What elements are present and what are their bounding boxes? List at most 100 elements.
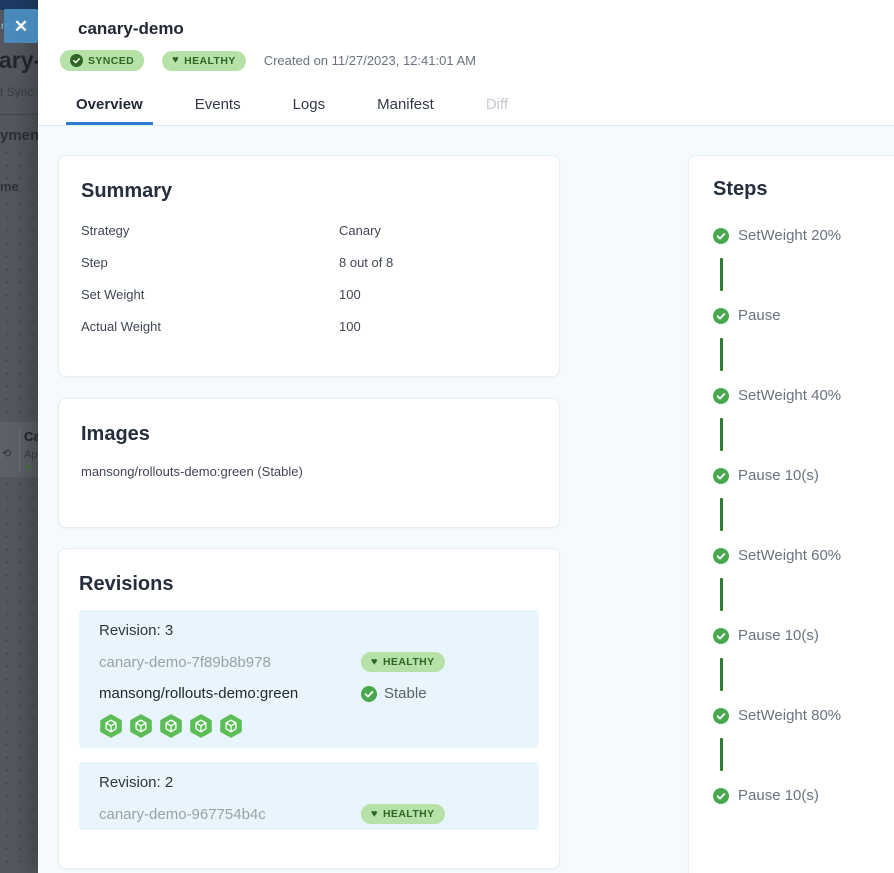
step-connector (720, 418, 723, 451)
check-circle-icon (713, 548, 729, 564)
step-label: Pause 10(s) (738, 787, 819, 804)
health-status-label: HEALTHY (184, 55, 236, 67)
row-label: Set Weight (81, 287, 339, 302)
revision-image: mansong/rollouts-demo:green (99, 685, 361, 702)
row-value: Canary (339, 223, 381, 238)
step-item: Pause (713, 307, 894, 387)
check-circle-icon (713, 308, 729, 324)
check-circle-icon (713, 468, 729, 484)
pod-icon (219, 714, 243, 738)
step-item: SetWeight 40% (713, 387, 894, 467)
backdrop-card-divider (19, 428, 20, 472)
close-icon: ✕ (14, 18, 28, 35)
tab-events[interactable]: Events (185, 88, 251, 125)
step-label: Pause (738, 307, 781, 324)
backdrop-dot-grid (0, 478, 38, 873)
summary-card: Summary Strategy Canary Step 8 out of 8 … (58, 155, 560, 377)
replicaset-name: canary-demo-7f89b8b978 (99, 654, 361, 671)
sync-status-label: SYNCED (88, 55, 134, 67)
backdrop-section-fragment: yment (0, 127, 38, 144)
pod-icon (129, 714, 153, 738)
pod-icon (159, 714, 183, 738)
check-circle-icon (70, 54, 83, 67)
summary-row-set-weight: Set Weight 100 (81, 287, 537, 302)
row-value: 100 (339, 287, 361, 302)
revision-health-label: HEALTHY (383, 656, 435, 668)
step-label: SetWeight 40% (738, 387, 841, 404)
revisions-title: Revisions (79, 573, 539, 596)
summary-row-step: Step 8 out of 8 (81, 255, 537, 270)
status-badge-row: SYNCED ♥ HEALTHY Created on 11/27/2023, … (60, 50, 476, 71)
tab-logs[interactable]: Logs (283, 88, 336, 125)
revision-name: Revision: 3 (99, 622, 519, 639)
step-connector (720, 658, 723, 691)
check-circle-icon (361, 686, 377, 702)
revision-health-badge: ♥ HEALTHY (361, 652, 445, 672)
panel-content: Summary Strategy Canary Step 8 out of 8 … (38, 126, 894, 873)
revision-item-3: Revision: 3 canary-demo-7f89b8b978 ♥ HEA… (79, 610, 539, 748)
backdrop-sync-fragment: t Sync (0, 85, 33, 99)
revision-health-label: HEALTHY (383, 808, 435, 820)
rollout-detail-panel: canary-demo SYNCED ♥ HEALTHY Created on … (38, 0, 894, 873)
check-circle-icon (713, 788, 729, 804)
step-item: Pause 10(s) (713, 787, 894, 867)
row-value: 100 (339, 319, 361, 334)
revision-image-row: mansong/rollouts-demo:green Stable (99, 685, 519, 702)
summary-row-actual-weight: Actual Weight 100 (81, 319, 537, 334)
step-item: SetWeight 20% (713, 227, 894, 307)
step-connector (720, 578, 723, 611)
images-title: Images (81, 423, 537, 446)
pod-list (99, 714, 519, 738)
backdrop-divider (0, 114, 38, 115)
backdrop-card-sub-fragment: Ap (24, 449, 37, 461)
revision-hash-row: canary-demo-7f89b8b978 ♥ HEALTHY (99, 652, 519, 672)
backdrop-app-icon: ⟲ (2, 447, 11, 460)
close-panel-button[interactable]: ✕ (4, 9, 38, 43)
step-connector (720, 498, 723, 531)
created-timestamp: Created on 11/27/2023, 12:41:01 AM (264, 53, 476, 68)
check-circle-icon (713, 628, 729, 644)
step-label: SetWeight 80% (738, 707, 841, 724)
row-label: Actual Weight (81, 319, 339, 334)
health-status-badge: ♥ HEALTHY (162, 51, 246, 71)
sync-status-badge: SYNCED (60, 50, 144, 71)
heart-icon: ♥ (172, 55, 179, 66)
step-connector (720, 338, 723, 371)
step-label: SetWeight 20% (738, 227, 841, 244)
backdrop-overlay[interactable]: nt:soft ary-d t Sync yment me ⟲ Ca Ap ♥ (0, 0, 38, 873)
check-circle-icon (713, 228, 729, 244)
tab-manifest[interactable]: Manifest (367, 88, 444, 125)
revision-item-2: Revision: 2 canary-demo-967754b4c ♥ HEAL… (79, 762, 539, 830)
tab-bar: Overview Events Logs Manifest Diff (66, 88, 518, 125)
backdrop-column-fragment: me (0, 179, 19, 194)
heart-icon: ♥ (371, 657, 378, 668)
row-value: 8 out of 8 (339, 255, 393, 270)
page-title: canary-demo (78, 19, 184, 39)
step-item: Pause 10(s) (713, 467, 894, 547)
image-item: mansong/rollouts-demo:green (Stable) (81, 464, 537, 479)
step-item: Pause 10(s) (713, 627, 894, 707)
revision-hash-row: canary-demo-967754b4c ♥ HEALTHY (99, 804, 519, 824)
step-connector (720, 258, 723, 291)
steps-card: Steps SetWeight 20% Pause (688, 155, 894, 873)
images-card: Images mansong/rollouts-demo:green (Stab… (58, 398, 560, 528)
panel-header: canary-demo SYNCED ♥ HEALTHY Created on … (38, 0, 894, 126)
step-item: SetWeight 60% (713, 547, 894, 627)
image-status: Stable (361, 685, 427, 702)
image-status-label: Stable (384, 685, 427, 702)
check-circle-icon (713, 708, 729, 724)
replicaset-name: canary-demo-967754b4c (99, 806, 361, 823)
revision-name: Revision: 2 (99, 774, 519, 791)
step-label: Pause 10(s) (738, 467, 819, 484)
revision-health-badge: ♥ HEALTHY (361, 804, 445, 824)
step-item: SetWeight 80% (713, 707, 894, 787)
tab-overview[interactable]: Overview (66, 88, 153, 125)
steps-list: SetWeight 20% Pause SetWeight 40% (713, 227, 894, 867)
backdrop-card-title-fragment: Ca (24, 429, 38, 444)
backdrop-heart-icon: ♥ (25, 462, 30, 472)
pod-icon (99, 714, 123, 738)
row-label: Strategy (81, 223, 339, 238)
pod-icon (189, 714, 213, 738)
row-label: Step (81, 255, 339, 270)
step-label: SetWeight 60% (738, 547, 841, 564)
